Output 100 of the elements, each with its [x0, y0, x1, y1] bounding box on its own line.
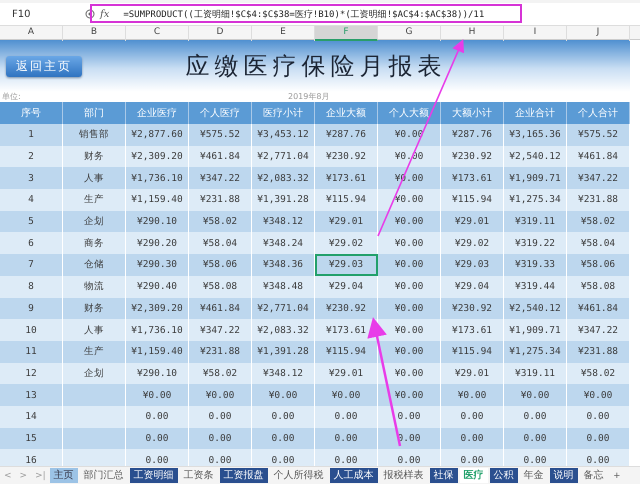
table-cell: ¥2,877.60: [126, 124, 189, 146]
function-label[interactable]: fx: [100, 8, 110, 20]
table-cell: ¥0.00: [441, 384, 504, 406]
table-cell: 企划: [63, 362, 126, 384]
table-cell: ¥461.84: [567, 146, 630, 168]
table-cell: ¥290.10: [126, 210, 189, 232]
table-cell: 8: [0, 276, 63, 298]
sheet-tab[interactable]: 说明: [550, 468, 578, 483]
table-cell: ¥348.36: [252, 254, 315, 276]
table-cell: ¥348.24: [252, 232, 315, 254]
table-cell: ¥1,391.28: [252, 189, 315, 211]
table-cell: ¥290.30: [126, 254, 189, 276]
table-cell: ¥58.08: [189, 276, 252, 298]
table-cell: 0.00: [567, 406, 630, 428]
table-cell: 0.00: [441, 406, 504, 428]
table-cell: ¥2,309.20: [126, 298, 189, 320]
report-title: 应缴医疗保险月报表: [184, 51, 448, 82]
table-cell: ¥58.02: [567, 210, 630, 232]
table-cell: ¥1,736.10: [126, 319, 189, 341]
sheet-tab[interactable]: 年金: [520, 468, 548, 483]
sheet-tab[interactable]: 部门汇总: [80, 468, 128, 483]
table-cell: 物流: [63, 276, 126, 298]
table-cell: ¥230.92: [315, 298, 378, 320]
table-cell: ¥319.33: [504, 254, 567, 276]
table-cell: 0.00: [378, 406, 441, 428]
table-cell: ¥29.02: [315, 232, 378, 254]
sheet-tab[interactable]: 主页: [50, 468, 78, 483]
sheet-tab[interactable]: 工资条: [180, 468, 218, 483]
table-cell: ¥58.02: [189, 210, 252, 232]
column-heading: 企业大额: [315, 102, 378, 124]
table-cell: ¥2,309.20: [126, 146, 189, 168]
sheet-tab[interactable]: 工资报盘: [220, 468, 268, 483]
table-cell: 3: [0, 167, 63, 190]
table-cell: ¥3,453.12: [252, 124, 315, 146]
table-cell: ¥3,165.36: [504, 124, 567, 146]
sheet-tab[interactable]: 人工成本: [330, 468, 378, 483]
table-cell: 0.00: [567, 428, 630, 450]
table-cell: ¥1,159.40: [126, 340, 189, 363]
add-sheet-button[interactable]: +: [610, 470, 624, 482]
table-cell: ¥575.52: [567, 124, 630, 146]
table-cell: 9: [0, 298, 63, 320]
column-heading: 企业合计: [504, 102, 567, 124]
table-cell: ¥0.00: [567, 384, 630, 406]
table-cell: ¥230.92: [441, 146, 504, 168]
table-cell: ¥29.01: [441, 210, 504, 232]
table-cell: 0.00: [126, 428, 189, 450]
table-cell: ¥319.11: [504, 362, 567, 384]
sheet-tab[interactable]: 公积: [490, 468, 518, 483]
table-cell: ¥0.00: [504, 384, 567, 406]
sheet-tab[interactable]: 社保: [430, 468, 458, 483]
formula-field[interactable]: =SUMPRODUCT((工资明细!$C$4:$C$38=医疗!B10)*(工资明细!$AC$4:$AC$38))/11: [115, 8, 484, 20]
column-heading: 企业医疗: [126, 102, 189, 124]
home-button[interactable]: 返回主页: [6, 56, 82, 76]
sheet-tab[interactable]: 个人所得税: [270, 468, 328, 483]
table-cell: ¥290.40: [126, 276, 189, 298]
table-cell: ¥231.88: [189, 340, 252, 363]
table-cell: ¥0.00: [378, 276, 441, 298]
table-cell: ¥1,736.10: [126, 167, 189, 190]
target-icon[interactable]: [85, 9, 95, 19]
table-cell: ¥1,909.71: [504, 319, 567, 341]
table-cell: 12: [0, 362, 63, 384]
column-heading: 大额小计: [441, 102, 504, 124]
table-cell: ¥347.22: [567, 319, 630, 341]
column-heading: 序号: [0, 102, 63, 124]
table-cell: ¥173.61: [441, 319, 504, 341]
table-cell: ¥2,771.04: [252, 298, 315, 320]
table-cell: ¥2,540.12: [504, 298, 567, 320]
table-cell: ¥0.00: [378, 384, 441, 406]
table-cell: ¥29.01: [441, 362, 504, 384]
table-cell: ¥173.61: [315, 167, 378, 190]
table-cell: ¥58.06: [567, 254, 630, 276]
sheet-tab[interactable]: 报税样表: [380, 468, 428, 483]
table-cell: ¥1,275.34: [504, 340, 567, 363]
table-cell: ¥231.88: [567, 340, 630, 363]
table-cell: ¥461.84: [189, 298, 252, 320]
sheet-tab[interactable]: 工资明细: [130, 468, 178, 483]
table-cell: 0.00: [126, 406, 189, 428]
table-cell: ¥1,391.28: [252, 340, 315, 363]
table-cell: 仓储: [63, 254, 126, 276]
table-cell: 7: [0, 254, 63, 276]
table-cell: ¥115.94: [315, 340, 378, 363]
table-cell: 0.00: [315, 406, 378, 428]
table-cell: ¥115.94: [441, 189, 504, 211]
table-cell: ¥0.00: [378, 210, 441, 232]
table-cell: ¥58.08: [567, 276, 630, 298]
table-cell: ¥173.61: [441, 167, 504, 190]
table-cell: 企划: [63, 210, 126, 232]
table-cell: 商务: [63, 232, 126, 254]
table-cell: ¥0.00: [378, 254, 441, 276]
table-cell: ¥29.01: [315, 362, 378, 384]
sheet-tab[interactable]: 备忘: [580, 468, 608, 483]
table-cell: ¥0.00: [189, 384, 252, 406]
table-cell: ¥1,275.34: [504, 189, 567, 211]
table-cell: ¥29.01: [315, 210, 378, 232]
column-heading: 部门: [63, 102, 126, 124]
table-cell: ¥29.04: [315, 276, 378, 298]
name-box[interactable]: F10: [0, 8, 72, 20]
table-cell: ¥0.00: [126, 384, 189, 406]
table-cell: ¥347.22: [567, 167, 630, 190]
table-cell: ¥2,083.32: [252, 167, 315, 190]
